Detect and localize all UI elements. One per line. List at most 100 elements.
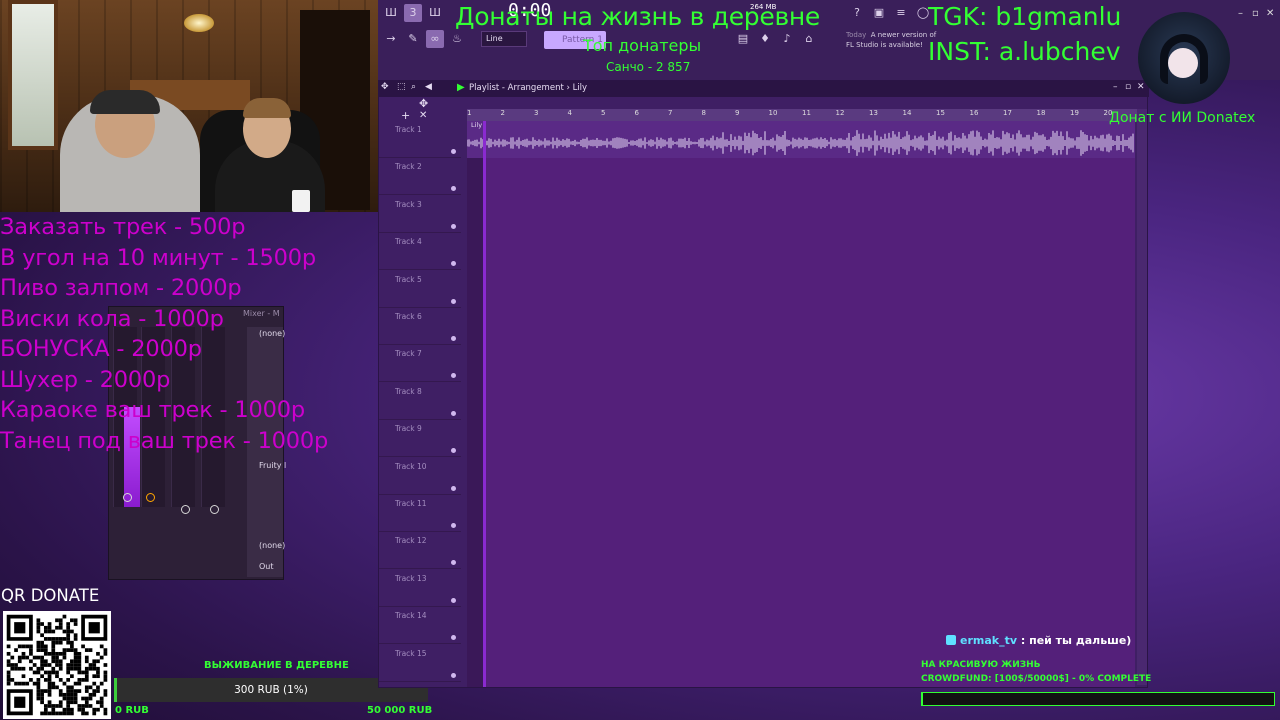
track-header[interactable]: Track 3 [379, 196, 461, 233]
volume-knob[interactable] [181, 505, 190, 514]
qr-module [32, 681, 37, 686]
mixer-slot-label: (none) [259, 541, 286, 550]
qr-module [77, 707, 82, 712]
track-mute-dot[interactable] [451, 523, 456, 528]
track-mute-dot[interactable] [451, 410, 456, 416]
qr-module [55, 640, 59, 645]
qr-module [77, 666, 82, 671]
qr-module [81, 670, 85, 675]
track-header[interactable]: Track 14 [379, 607, 461, 645]
qr-module [47, 689, 52, 693]
track-header[interactable]: Track 10 [379, 458, 461, 495]
qr-module [96, 689, 100, 693]
select-icon[interactable]: ⬚ [397, 82, 406, 92]
minimize-icon[interactable]: – [1113, 82, 1118, 92]
track-mute-dot[interactable] [451, 560, 456, 566]
audio-clip[interactable]: Lily [467, 121, 1135, 158]
plugin-icon[interactable]: ♦ [756, 30, 774, 48]
arrangement-grid[interactable]: Lily [467, 121, 1135, 687]
zoom-icon[interactable]: ⌕ [411, 82, 416, 92]
playlist-window[interactable]: ✥ ⬚ ⌕ ◀ ▶ Playlist - Arrangement › Lily … [378, 80, 1149, 688]
qr-module [17, 644, 22, 649]
qr-module [58, 618, 63, 623]
link-icon[interactable]: ∞ [426, 30, 444, 48]
help-icon[interactable]: ? [848, 4, 866, 22]
vertical-scrollbar[interactable] [1137, 109, 1147, 685]
track-mute-dot[interactable] [451, 336, 456, 341]
qr-module [66, 622, 71, 626]
qr-module [66, 692, 71, 697]
volume-knob[interactable] [210, 505, 219, 514]
arrow-right-icon[interactable]: → [382, 30, 400, 48]
track-mute-dot[interactable] [451, 672, 456, 678]
qr-module [92, 681, 97, 686]
qr-module [73, 633, 78, 638]
playlist-icon[interactable]: ▤ [734, 30, 752, 48]
track-mute-dot[interactable] [451, 485, 456, 491]
qr-module [47, 674, 52, 679]
ruler-bar-number: 19 [1070, 109, 1079, 117]
qr-module [51, 704, 56, 708]
qr-module [47, 681, 52, 686]
mixer-icon[interactable]: ≡ [892, 4, 910, 22]
qr-module [73, 666, 78, 671]
maximize-icon[interactable]: ▫ [1125, 82, 1131, 92]
qr-module [92, 674, 97, 679]
track-mute-dot[interactable] [451, 597, 456, 603]
close-icon[interactable]: ✕ [1266, 8, 1274, 19]
qr-module [47, 663, 52, 667]
track-mute-dot[interactable] [451, 223, 456, 229]
qr-module [36, 685, 41, 690]
close-icon[interactable]: ✕ [419, 110, 427, 121]
add-track-icon[interactable]: ✥ [419, 97, 428, 110]
track-mute-dot[interactable] [451, 373, 456, 379]
track-mute-dot[interactable] [451, 149, 456, 154]
close-icon[interactable]: ✕ [1137, 82, 1145, 92]
track-mute-dot[interactable] [451, 635, 456, 641]
track-header[interactable]: Track 11 [379, 495, 461, 532]
track-header[interactable]: Track 7 [379, 345, 461, 383]
snap-select[interactable]: Line [481, 31, 527, 47]
track-mute-dot[interactable] [451, 186, 456, 192]
track-header[interactable]: Track 1 [379, 121, 461, 158]
track-header[interactable]: Track 4 [379, 233, 461, 271]
track-header[interactable]: Track 13 [379, 570, 461, 607]
stamp-icon[interactable]: ♨ [448, 30, 466, 48]
qr-module [70, 711, 74, 716]
minimize-icon[interactable]: – [1238, 8, 1243, 19]
track-header[interactable]: Track 5 [379, 271, 461, 308]
track-header[interactable]: Track 6 [379, 308, 461, 345]
save-icon[interactable]: ▣ [870, 4, 888, 22]
pattern-mode-icon[interactable]: 3 [404, 4, 422, 22]
track-header[interactable]: Track 8 [379, 383, 461, 420]
pan-knob[interactable] [123, 493, 132, 502]
track-header[interactable]: Track 15 [379, 645, 461, 682]
playlist-title-bar[interactable]: ✥ ⬚ ⌕ ◀ ▶ Playlist - Arrangement › Lily … [379, 81, 1149, 97]
track-header[interactable]: Track 12 [379, 532, 461, 570]
pan-knob[interactable] [146, 493, 155, 502]
menu-icon[interactable]: Ш [426, 4, 444, 22]
qr-module [73, 692, 78, 697]
speaker-icon[interactable]: ◀ [425, 82, 432, 92]
arrows-icon[interactable]: ✥ [381, 82, 389, 92]
qr-module [66, 637, 71, 641]
play-icon[interactable]: ▶ [457, 82, 465, 93]
qr-module [66, 629, 71, 634]
track-mute-dot[interactable] [451, 261, 456, 267]
menu-icon[interactable]: Ш [382, 4, 400, 22]
track-mute-dot[interactable] [451, 298, 456, 304]
piano-roll-icon[interactable]: ♪ [778, 30, 796, 48]
playhead-marker[interactable] [483, 121, 486, 687]
track-header[interactable]: Track 9 [379, 420, 461, 458]
qr-module [6, 674, 11, 679]
track-header[interactable]: Track 2 [379, 158, 461, 196]
timeline-ruler[interactable]: 1 2 3 4 5 6 7 8 9 10 11 12 13 14 15 16 17 18 19 20 [467, 109, 1137, 121]
qr-module [58, 666, 63, 671]
browser-icon[interactable]: ⌂ [800, 30, 818, 48]
news-panel[interactable]: Today A newer version of FL Studio is av… [846, 30, 936, 50]
draw-icon[interactable]: ✎ [404, 30, 422, 48]
qr-module [99, 681, 104, 686]
instagram-handle: INST: a.lubchev [928, 37, 1121, 66]
maximize-icon[interactable]: ▫ [1252, 8, 1259, 19]
track-mute-dot[interactable] [451, 448, 456, 454]
